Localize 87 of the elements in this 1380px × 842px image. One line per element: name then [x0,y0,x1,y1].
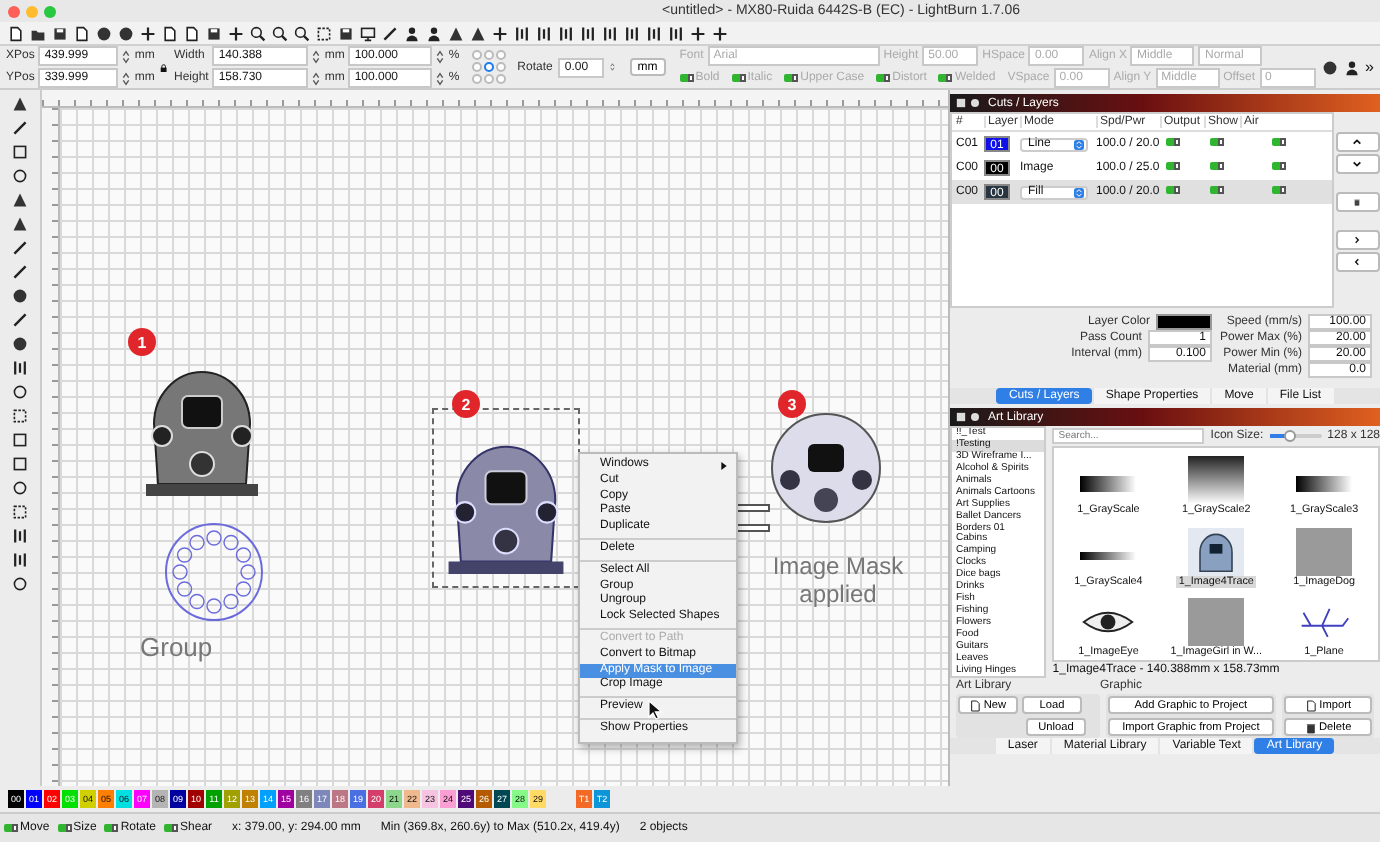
disc-icon[interactable] [118,25,134,41]
anchor-point[interactable] [483,62,494,72]
square-icon[interactable] [956,98,966,108]
disc-icon[interactable] [1321,59,1338,75]
dropdown-arrow-icon [1074,139,1084,149]
polygon-icon[interactable] [12,192,28,208]
bars-icon[interactable] [12,552,28,568]
ring-of-circles-drawing [162,520,266,624]
person-icon[interactable] [1343,59,1360,75]
spinner-icon[interactable] [312,71,321,85]
person-icon[interactable] [404,25,420,41]
helmet-thumbnail[interactable] [1188,527,1245,576]
monitor-icon[interactable] [360,25,376,41]
disc-icon[interactable] [96,25,112,41]
dropdown-arrow-icon [1074,187,1084,197]
output-toggle[interactable] [1166,138,1180,146]
bars-icon[interactable] [668,25,684,41]
plus-icon[interactable] [140,25,156,41]
dashed-square-icon[interactable] [12,504,28,520]
selection-frame[interactable] [432,408,580,588]
pen-icon[interactable] [12,120,28,136]
spinner-icon[interactable] [610,60,616,74]
color-swatch[interactable] [1155,313,1212,329]
square-icon[interactable] [956,412,966,422]
person-icon[interactable] [426,25,442,41]
dashed-square-icon[interactable] [12,408,28,424]
number-marker: 3 [778,390,806,418]
number-marker: 2 [452,390,480,418]
delete-button[interactable] [1335,192,1379,212]
magnifier-icon[interactable] [294,25,310,41]
spinner-icon[interactable] [312,49,321,63]
canvas-text: Image Mask applied [770,552,906,608]
crosshair-icon[interactable] [712,25,728,41]
canvas-text: Group [140,632,213,662]
circle-icon[interactable] [12,576,28,592]
circle-icon[interactable] [12,384,28,400]
show-toggle[interactable] [1210,186,1224,194]
show-toggle[interactable] [1210,162,1224,170]
bars-icon[interactable] [580,25,596,41]
air-toggle[interactable] [1272,138,1286,146]
spinner-icon[interactable] [436,49,445,63]
bars-icon[interactable] [558,25,574,41]
number-marker: 1 [128,328,156,356]
circle-icon[interactable] [12,480,28,496]
diagonal-line-icon[interactable] [12,240,28,256]
crosshair-icon[interactable] [228,25,244,41]
crosshair-icon[interactable] [690,25,706,41]
bars-icon[interactable] [602,25,618,41]
square-icon[interactable] [12,432,28,448]
pen-icon[interactable] [12,264,28,280]
spinner-icon[interactable] [436,71,445,85]
masked-helmet-drawing [770,412,882,524]
photo-placeholder[interactable] [1296,527,1353,576]
gradient-thumbnail[interactable] [1296,476,1353,493]
bars-icon[interactable] [646,25,662,41]
crosshair-icon[interactable] [492,25,508,41]
gradient-thumbnail[interactable] [1080,476,1137,493]
dashed-square-icon[interactable] [316,25,332,41]
circle-icon[interactable] [12,168,28,184]
save-icon[interactable] [52,25,68,41]
magnifier-icon[interactable] [272,25,288,41]
mouse-cursor-icon [648,700,664,720]
slider-thumb[interactable] [1284,430,1297,442]
gradient-thumbnail[interactable] [1080,551,1137,560]
disc-icon[interactable] [12,336,28,352]
output-toggle[interactable] [1166,186,1180,194]
document-icon [1305,699,1316,711]
lock-icon[interactable] [160,59,168,75]
gear-icon[interactable] [970,98,980,108]
chevron-down-icon [1352,160,1362,168]
bars-icon[interactable] [536,25,552,41]
air-toggle[interactable] [1272,162,1286,170]
bars-icon[interactable] [12,528,28,544]
gear-icon[interactable] [970,412,980,422]
air-toggle[interactable] [1272,186,1286,194]
rectangle-icon[interactable] [12,144,28,160]
output-toggle[interactable] [1166,162,1180,170]
spinner-icon[interactable] [122,71,131,85]
gradient-thumbnail[interactable] [1188,456,1245,505]
bars-icon[interactable] [12,360,28,376]
bars-icon[interactable] [514,25,530,41]
spinner-icon[interactable] [122,49,131,63]
magnifier-icon[interactable] [250,25,266,41]
show-toggle[interactable] [1210,138,1224,146]
square-icon[interactable] [12,456,28,472]
chevron-up-icon [1352,138,1362,146]
bars-icon[interactable] [624,25,640,41]
